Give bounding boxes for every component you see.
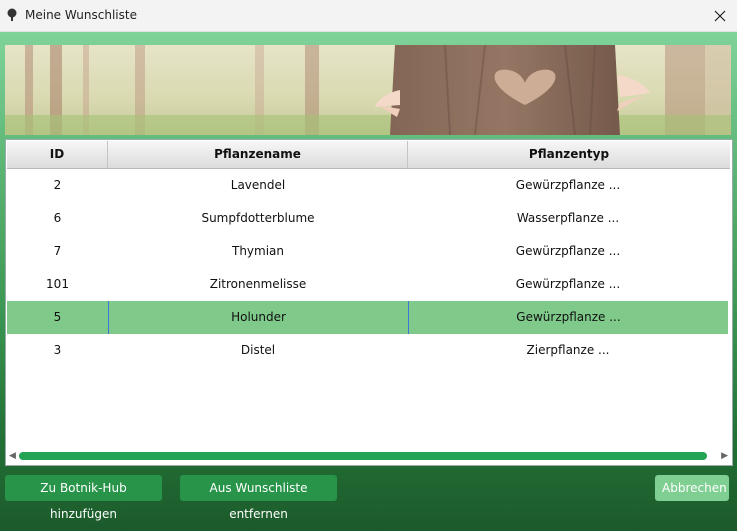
- table-row[interactable]: 7 Thymian Gewürzpflanze ...: [7, 235, 728, 268]
- cell-type: Gewürzpflanze ...: [408, 301, 728, 334]
- cell-type: Zierpflanze ...: [526, 343, 610, 357]
- table-row[interactable]: 3 Distel Zierpflanze ...: [7, 334, 728, 367]
- cell-name: Distel: [240, 343, 276, 357]
- cell-name: Sumpfdotterblume: [201, 211, 315, 225]
- cell-type: Gewürzpflanze ...: [515, 244, 621, 258]
- cell-type: Gewürzpflanze ...: [515, 277, 621, 291]
- table-header: ID Pflanzename Pflanzentyp: [7, 141, 730, 169]
- scroll-left-icon[interactable]: ◀: [9, 451, 16, 461]
- window-title: Meine Wunschliste: [25, 8, 137, 22]
- scroll-right-icon[interactable]: ▶: [721, 451, 728, 461]
- cell-id: 5: [53, 310, 62, 324]
- column-header-name[interactable]: Pflanzename: [108, 141, 408, 168]
- cell-name: Lavendel: [230, 178, 286, 192]
- column-header-id[interactable]: ID: [7, 141, 108, 168]
- cell-name: Thymian: [231, 244, 285, 258]
- cell-id: 101: [46, 277, 69, 291]
- wishlist-table: ID Pflanzename Pflanzentyp 2 Lavendel Ge…: [5, 139, 733, 466]
- horizontal-scrollbar[interactable]: ◀ ▶: [7, 449, 730, 463]
- add-to-hub-button[interactable]: Zu Botnik-Hub hinzufügen: [5, 475, 162, 521]
- close-button[interactable]: [703, 0, 737, 31]
- cell-name: Zitronenmelisse: [209, 277, 307, 291]
- table-row-selected[interactable]: 5 Holunder Gewürzpflanze ...: [7, 301, 728, 334]
- close-icon: [714, 10, 726, 21]
- cancel-button[interactable]: Abbrechen: [655, 475, 729, 501]
- cell-id: 7: [53, 244, 62, 258]
- table-row[interactable]: 6 Sumpfdotterblume Wasserpflanze ...: [7, 202, 728, 235]
- title-bar: Meine Wunschliste: [0, 0, 737, 32]
- cell-id: 2: [53, 178, 62, 192]
- table-row[interactable]: 2 Lavendel Gewürzpflanze ...: [7, 169, 728, 202]
- cell-type: Wasserpflanze ...: [516, 211, 620, 225]
- remove-from-wishlist-button[interactable]: Aus Wunschliste entfernen: [180, 475, 337, 521]
- cell-id: 3: [53, 343, 62, 357]
- cell-name: Holunder: [108, 301, 408, 334]
- cell-id: 6: [53, 211, 62, 225]
- banner-image: [5, 45, 731, 135]
- scrollbar-thumb[interactable]: [19, 452, 707, 460]
- tree-icon: [7, 8, 17, 21]
- main-content: ID Pflanzename Pflanzentyp 2 Lavendel Ge…: [0, 32, 737, 531]
- table-row[interactable]: 101 Zitronenmelisse Gewürzpflanze ...: [7, 268, 728, 301]
- cell-type: Gewürzpflanze ...: [515, 178, 621, 192]
- column-header-type[interactable]: Pflanzentyp: [408, 141, 730, 168]
